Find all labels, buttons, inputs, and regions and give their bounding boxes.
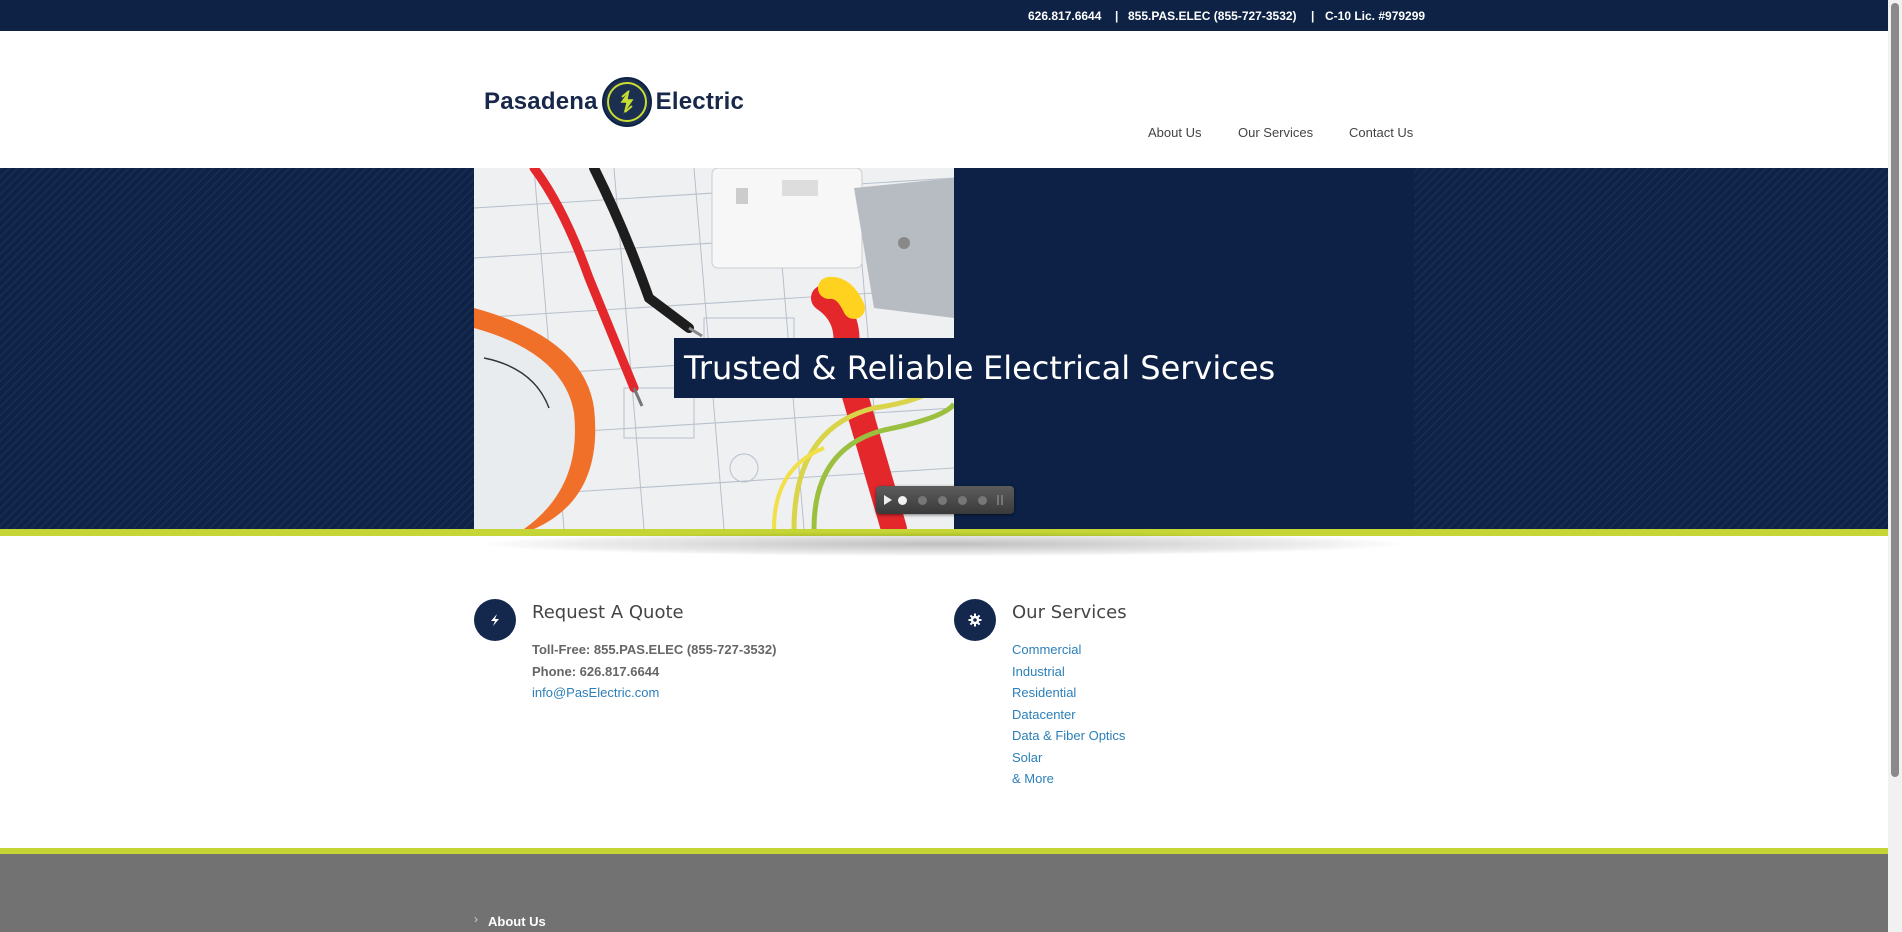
scrollbar-thumb[interactable]: [1891, 3, 1899, 777]
service-link-more[interactable]: & More: [1012, 771, 1054, 786]
topbar-license: C-10 Lic. #979299: [1325, 9, 1426, 23]
nav-our-services[interactable]: Our Services: [1238, 125, 1313, 140]
play-icon[interactable]: [884, 495, 892, 505]
topbar-separator: |: [1115, 9, 1119, 23]
slide-dot[interactable]: [898, 496, 907, 505]
lightning-icon: [474, 599, 516, 641]
lightning-bolt-icon: [601, 77, 652, 127]
service-link-datacenter[interactable]: Datacenter: [1012, 707, 1076, 722]
footer-link-about-us[interactable]: About Us: [488, 914, 546, 929]
quote-tollfree: Toll-Free: 855.PAS.ELEC (855-727-3532): [532, 642, 777, 657]
topbar-phone: 626.817.6644: [1028, 9, 1102, 23]
topbar-separator: |: [1311, 9, 1315, 23]
slide-dot[interactable]: [978, 496, 987, 505]
logo-word-left: Pasadena: [484, 88, 598, 115]
request-quote-title: Request A Quote: [532, 602, 684, 623]
slide-dot[interactable]: [938, 496, 947, 505]
hero-title-part1: Trusted & Reliable: [674, 338, 984, 398]
slide-dot[interactable]: [918, 496, 927, 505]
topbar-tollfree: 855.PAS.ELEC (855-727-3532): [1128, 9, 1297, 23]
slider-controls: [876, 486, 1014, 514]
service-link-solar[interactable]: Solar: [1012, 750, 1042, 765]
gear-icon: [954, 599, 996, 641]
our-services-title: Our Services: [1012, 602, 1127, 623]
hero-shadow: [485, 532, 1401, 556]
chevron-right-icon: ›: [474, 912, 478, 926]
page-scrollbar[interactable]: [1888, 0, 1902, 932]
site-footer: › About Us: [0, 854, 1888, 932]
service-link-industrial[interactable]: Industrial: [1012, 664, 1065, 679]
logo-word-right: Electric: [655, 88, 744, 115]
service-link-residential[interactable]: Residential: [1012, 685, 1076, 700]
nav-about-us[interactable]: About Us: [1148, 125, 1201, 140]
service-link-commercial[interactable]: Commercial: [1012, 642, 1081, 657]
hero-title-part2: Electrical Services: [983, 349, 1276, 387]
quote-email-link[interactable]: info@PasElectric.com: [532, 685, 659, 700]
site-logo[interactable]: Pasadena Electric: [484, 76, 744, 128]
quote-phone: Phone: 626.817.6644: [532, 664, 660, 679]
site-header: Pasadena Electric About Us Our Services …: [0, 31, 1888, 168]
nav-contact-us[interactable]: Contact Us: [1349, 125, 1413, 140]
slide-dot[interactable]: [958, 496, 967, 505]
service-link-data-fiber-optics[interactable]: Data & Fiber Optics: [1012, 728, 1125, 743]
top-info-bar: 626.817.6644 | 855.PAS.ELEC (855-727-353…: [0, 0, 1888, 31]
pause-icon[interactable]: [997, 495, 999, 505]
